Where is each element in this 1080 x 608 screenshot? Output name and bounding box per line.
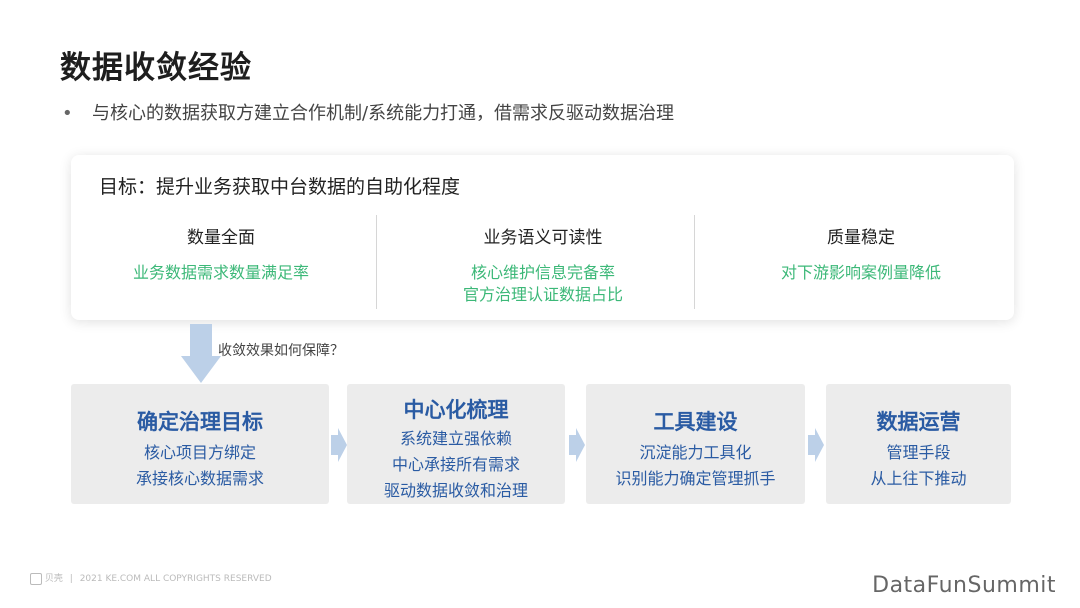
step-title: 数据运营 <box>876 410 961 434</box>
goal-metric: 核心维护信息完备率 <box>470 263 615 282</box>
right-arrow-icon <box>569 428 585 462</box>
column-divider <box>376 215 377 309</box>
ke-logo-icon <box>30 572 42 585</box>
step-card-centralize: 中心化梳理 系统建立强依赖 中心承接所有需求 驱动数据收敛和治理 <box>347 384 565 504</box>
question-text: 收敛效果如何保障？ <box>218 343 344 359</box>
step-title: 中心化梳理 <box>403 398 509 422</box>
goal-column-head: 数量全面 <box>187 228 255 248</box>
step-line: 驱动数据收敛和治理 <box>383 481 528 500</box>
step-line: 系统建立强依赖 <box>399 429 512 448</box>
bullet-text: 与核心的数据获取方建立合作机制/系统能力打通，借需求反驱动数据治理 <box>92 103 675 124</box>
step-line: 识别能力确定管理抓手 <box>615 469 776 488</box>
logo-text: 贝壳 <box>44 574 63 584</box>
goal-column-head: 质量稳定 <box>827 228 895 248</box>
page-title: 数据收敛经验 <box>60 50 252 86</box>
step-title: 确定治理目标 <box>137 410 263 434</box>
right-arrow-icon <box>331 428 347 462</box>
bullet-dot-icon: • <box>62 103 73 124</box>
goal-card: 目标：提升业务获取中台数据的自助化程度 数量全面 业务数据需求数量满足率 业务语… <box>71 155 1014 320</box>
goal-metric: 对下游影响案例量降低 <box>780 263 941 282</box>
right-arrow-icon <box>808 428 824 462</box>
copyright-text: 2021 KE.COM ALL COPYRIGHTS RESERVED <box>79 574 272 584</box>
step-line: 中心承接所有需求 <box>391 455 520 474</box>
step-card-goal: 确定治理目标 核心项目方绑定 承接核心数据需求 <box>71 384 329 504</box>
goal-metric: 官方治理认证数据占比 <box>462 285 623 304</box>
step-line: 从上往下推动 <box>870 469 967 488</box>
step-title: 工具建设 <box>653 410 738 434</box>
step-card-operations: 数据运营 管理手段 从上往下推动 <box>826 384 1011 504</box>
goal-column-head: 业务语义可读性 <box>483 228 603 248</box>
step-line: 核心项目方绑定 <box>143 443 256 462</box>
goal-column-semantics: 业务语义可读性 核心维护信息完备率 官方治理认证数据占比 <box>393 223 693 306</box>
step-line: 管理手段 <box>886 443 951 462</box>
brand-watermark: DataFunSummit <box>872 573 1056 598</box>
goal-metric: 业务数据需求数量满足率 <box>132 263 309 282</box>
footer-copyright: 贝壳 | 2021 KE.COM ALL COPYRIGHTS RESERVED <box>30 571 272 585</box>
bullet-point: • 与核心的数据获取方建立合作机制/系统能力打通，借需求反驱动数据治理 <box>62 99 674 125</box>
goal-title: 目标：提升业务获取中台数据的自助化程度 <box>99 176 461 198</box>
column-divider <box>694 215 695 309</box>
down-arrow-icon <box>181 324 221 383</box>
step-line: 承接核心数据需求 <box>135 469 264 488</box>
goal-column-quantity: 数量全面 业务数据需求数量满足率 <box>71 223 371 284</box>
step-card-tools: 工具建设 沉淀能力工具化 识别能力确定管理抓手 <box>586 384 805 504</box>
goal-column-quality: 质量稳定 对下游影响案例量降低 <box>711 223 1011 284</box>
step-line: 沉淀能力工具化 <box>639 443 752 462</box>
